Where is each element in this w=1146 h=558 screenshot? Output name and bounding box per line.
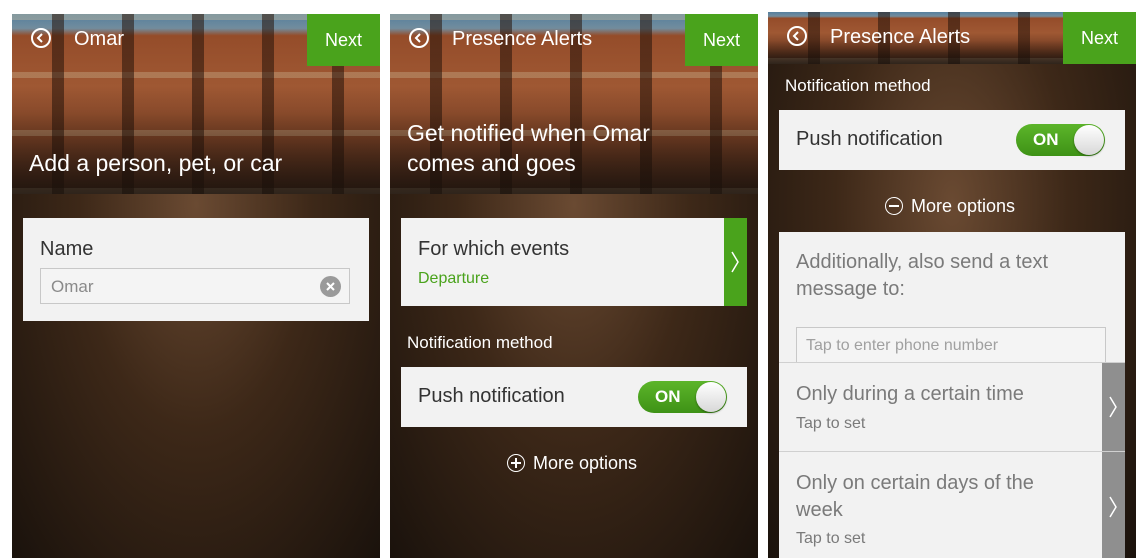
chevron-left-icon: [36, 33, 43, 43]
push-notification-row: Push notification ON: [779, 110, 1125, 170]
back-button[interactable]: [31, 28, 51, 48]
minus-circle-icon: [885, 197, 903, 215]
top-bar: Omar Next: [12, 14, 380, 66]
events-value: Departure: [418, 270, 490, 287]
push-notification-toggle[interactable]: ON: [1016, 124, 1105, 156]
phone-placeholder: Tap to enter phone number: [806, 337, 999, 354]
headline: Add a person, pet, or car: [29, 150, 283, 176]
sms-card: Additionally, also send a text message t…: [779, 232, 1125, 363]
days-restriction-row[interactable]: Only on certain days of the week Tap to …: [779, 451, 1125, 558]
time-arrow-tab[interactable]: [1102, 363, 1125, 451]
days-label-line-2: week: [796, 499, 843, 521]
notification-method-label: Notification method: [407, 333, 553, 352]
clear-icon[interactable]: [320, 276, 341, 297]
time-value: Tap to set: [796, 415, 866, 432]
push-notification-label: Push notification: [796, 128, 943, 150]
time-label: Only during a certain time: [796, 383, 1024, 405]
top-bar: Presence Alerts Next: [390, 14, 758, 66]
push-notification-row: Push notification ON: [401, 367, 747, 427]
sms-label-line-1: Additionally, also send a text: [796, 251, 1049, 273]
back-button[interactable]: [409, 28, 429, 48]
next-button[interactable]: Next: [1063, 12, 1136, 64]
name-label: Name: [40, 238, 94, 260]
days-value: Tap to set: [796, 530, 866, 547]
headline-line-1: Get notified when Omar: [407, 120, 650, 146]
chevron-right-icon: [1109, 496, 1117, 518]
days-label-line-1: Only on certain days of the: [796, 472, 1034, 494]
toggle-state-label: ON: [1033, 130, 1059, 149]
screen-presence-alerts-expanded: Presence Alerts Next Notification method…: [768, 12, 1136, 558]
page-title: Presence Alerts: [830, 26, 971, 48]
toggle-knob: [696, 382, 726, 412]
days-arrow-tab[interactable]: [1102, 452, 1125, 558]
push-notification-toggle[interactable]: ON: [638, 381, 727, 413]
events-label: For which events: [418, 238, 570, 260]
events-arrow-tab[interactable]: [724, 218, 747, 306]
headline-line-2: comes and goes: [407, 150, 576, 176]
more-options-label: More options: [911, 196, 1016, 216]
screen-add-person: Omar Next Add a person, pet, or car Name…: [12, 14, 380, 558]
chevron-left-icon: [414, 33, 421, 43]
phone-number-input[interactable]: Tap to enter phone number: [796, 327, 1106, 363]
back-button[interactable]: [787, 26, 807, 46]
next-button[interactable]: Next: [307, 14, 380, 66]
chevron-left-icon: [792, 31, 799, 41]
time-restriction-row[interactable]: Only during a certain time Tap to set: [779, 362, 1125, 451]
page-title: Omar: [74, 28, 124, 50]
chevron-right-icon: [1109, 396, 1117, 418]
more-options-button[interactable]: More options: [507, 453, 637, 474]
toggle-knob: [1074, 125, 1104, 155]
chevron-right-icon: [731, 251, 739, 273]
more-options-button[interactable]: More options: [885, 196, 1015, 217]
toggle-state-label: ON: [655, 387, 681, 406]
next-button[interactable]: Next: [685, 14, 758, 66]
push-notification-label: Push notification: [418, 385, 565, 407]
page-title: Presence Alerts: [452, 28, 593, 50]
events-row[interactable]: For which events Departure: [401, 218, 747, 306]
name-card: Name Omar: [23, 218, 369, 321]
screen-presence-alerts: Presence Alerts Next Get notified when O…: [390, 14, 758, 558]
name-input-value: Omar: [51, 277, 94, 296]
plus-circle-icon: [507, 454, 525, 472]
sms-label-line-2: message to:: [796, 278, 905, 300]
notification-method-label: Notification method: [785, 76, 931, 95]
name-input[interactable]: Omar: [40, 268, 350, 304]
top-bar: Presence Alerts Next: [768, 12, 1136, 64]
more-options-label: More options: [533, 453, 638, 473]
